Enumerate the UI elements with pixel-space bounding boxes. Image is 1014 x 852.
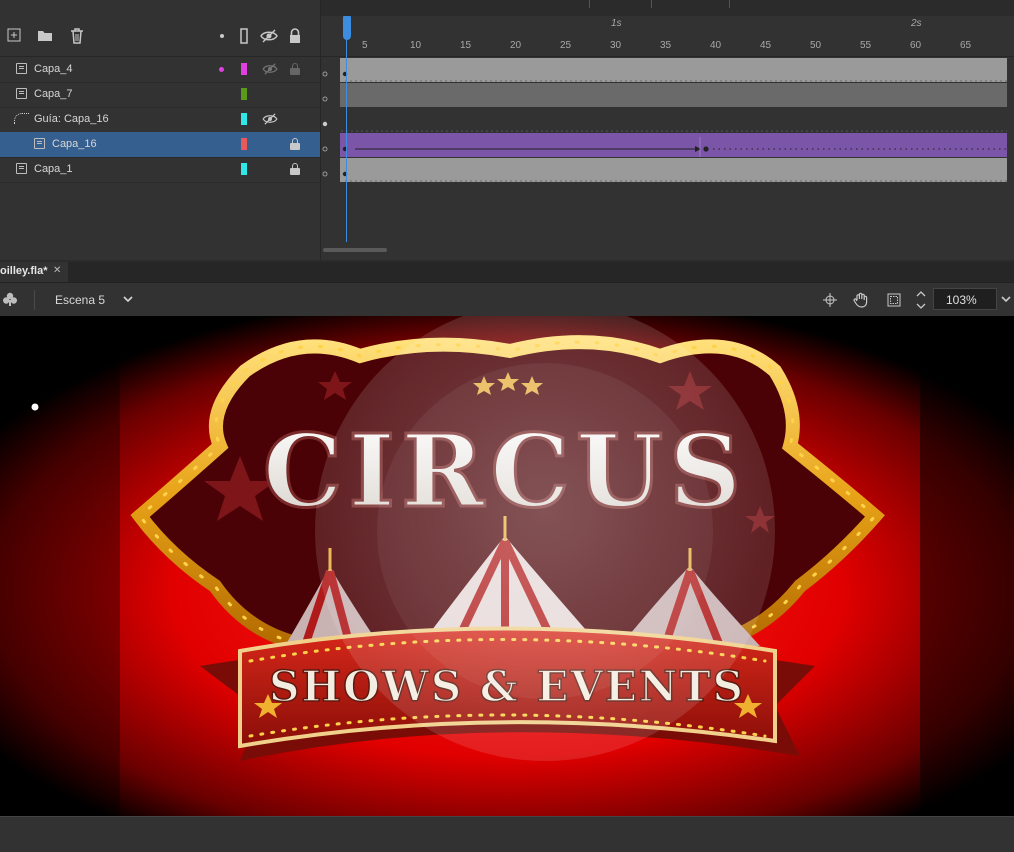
layer-color-swatch[interactable] — [241, 163, 247, 175]
frame-row-guide[interactable] — [321, 108, 1007, 132]
chevron-down-icon[interactable] — [122, 293, 134, 308]
frames-area[interactable]: 1s 2s 5 10 15 20 25 30 35 40 45 50 55 60… — [321, 0, 1014, 260]
playhead-line — [346, 40, 347, 242]
layer-color-swatch[interactable] — [241, 63, 247, 75]
divider — [34, 290, 35, 310]
hidden-eye-icon[interactable] — [262, 63, 278, 75]
layer-name[interactable]: Capa_7 — [34, 88, 73, 100]
lock-icon[interactable] — [290, 163, 300, 175]
ruler-frame-label: 5 — [362, 40, 368, 51]
new-layer-icon[interactable] — [6, 28, 22, 44]
motion-guide-icon — [14, 113, 29, 124]
layer-name[interactable]: Capa_16 — [52, 138, 97, 150]
timeline-top-strip — [321, 0, 1014, 16]
layer-toolbar — [0, 16, 320, 57]
lock-icon[interactable] — [290, 63, 300, 75]
layer-color-swatch[interactable] — [241, 138, 247, 150]
zoom-field[interactable]: 103% — [933, 288, 997, 310]
edit-bar: Escena 5 103% — [0, 282, 1014, 317]
timeline-scrollbar[interactable] — [323, 248, 387, 252]
layer-name[interactable]: Capa_1 — [34, 163, 73, 175]
outline-toggle-icon[interactable] — [236, 28, 252, 44]
close-tab-icon[interactable]: ✕ — [53, 265, 61, 276]
ruler-second-label: 2s — [911, 18, 922, 29]
ruler-frame-label: 65 — [960, 40, 972, 51]
layer-color-swatch[interactable] — [241, 88, 247, 100]
ruler-second-label: 1s — [611, 18, 622, 29]
hidden-eye-icon[interactable] — [262, 113, 278, 125]
layer-type-icon — [16, 63, 27, 74]
ruler-frame-label: 55 — [860, 40, 872, 51]
ruler-frame-label: 60 — [910, 40, 922, 51]
frame-row-capa-1[interactable] — [321, 158, 1007, 182]
frame-row-capa-16[interactable] — [321, 133, 1007, 157]
layer-row-capa-4[interactable]: Capa_4 — [0, 57, 320, 83]
new-folder-icon[interactable] — [37, 28, 53, 44]
layer-type-icon — [16, 88, 27, 99]
circus-artwork[interactable]: CIRCUS SHOWS & EVENTS — [0, 316, 1014, 816]
frame-row-capa-4[interactable] — [321, 58, 1007, 82]
ruler-frame-label: 35 — [660, 40, 672, 51]
layer-name[interactable]: Guía: Capa_16 — [34, 113, 109, 125]
frame-ruler[interactable]: 1s 2s 5 10 15 20 25 30 35 40 45 50 55 60… — [321, 16, 1014, 57]
highlight-dot-icon[interactable] — [219, 67, 224, 72]
ruler-frame-label: 50 — [810, 40, 822, 51]
ruler-frame-label: 40 — [710, 40, 722, 51]
lock-icon[interactable] — [290, 138, 300, 150]
layer-row-capa-1[interactable]: Capa_1 — [0, 157, 320, 183]
document-tab-title: oilley.fla* — [0, 265, 48, 277]
layer-type-icon — [16, 163, 27, 174]
layer-row-capa-7[interactable]: Capa_7 — [0, 82, 320, 108]
bottom-bar — [0, 816, 1014, 852]
zoom-value: 103% — [946, 293, 977, 307]
scene-label[interactable]: Escena 5 — [55, 293, 105, 307]
highlight-dot-icon[interactable] — [214, 28, 230, 44]
ruler-frame-label: 10 — [410, 40, 422, 51]
zoom-dropdown-icon[interactable] — [1000, 293, 1012, 308]
playhead[interactable] — [343, 16, 351, 40]
layer-color-swatch[interactable] — [241, 113, 247, 125]
ruler-frame-label: 25 — [560, 40, 572, 51]
ruler-frame-label: 45 — [760, 40, 772, 51]
lock-all-icon[interactable] — [287, 28, 303, 44]
clip-stage-icon[interactable] — [886, 292, 902, 311]
layer-type-icon — [34, 138, 45, 149]
ruler-frame-label: 15 — [460, 40, 472, 51]
zoom-stepper-icon[interactable] — [914, 287, 928, 316]
delete-layer-icon[interactable] — [69, 28, 85, 44]
hide-all-eye-icon[interactable] — [260, 28, 278, 44]
document-tab-bar — [0, 262, 1014, 282]
layer-name[interactable]: Capa_4 — [34, 63, 73, 75]
rotate-stage-icon[interactable] — [852, 291, 870, 312]
club-icon[interactable] — [2, 291, 18, 310]
frame-row-capa-7[interactable] — [321, 83, 1007, 107]
ruler-frame-label: 30 — [610, 40, 622, 51]
layer-row-guide-capa-16[interactable]: Guía: Capa_16 — [0, 107, 320, 133]
document-tab[interactable]: oilley.fla* ✕ — [0, 262, 68, 282]
stage[interactable]: CIRCUS SHOWS & EVENTS — [0, 316, 1014, 816]
layer-row-capa-16[interactable]: Capa_16 — [0, 132, 320, 158]
center-stage-icon[interactable] — [822, 292, 838, 311]
ruler-frame-label: 20 — [510, 40, 522, 51]
layer-panel: Capa_4 Capa_7 Guía: Capa_16 Capa_16 Capa… — [0, 0, 321, 260]
timeline-panel: Capa_4 Capa_7 Guía: Capa_16 Capa_16 Capa… — [0, 0, 1014, 260]
